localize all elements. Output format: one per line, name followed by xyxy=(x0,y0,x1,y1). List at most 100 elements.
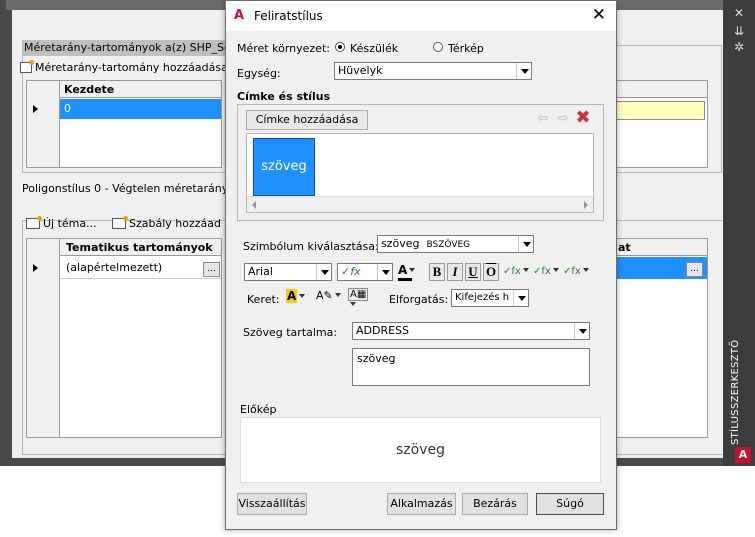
scale-grid-highlight-cell[interactable] xyxy=(616,101,705,120)
font-select-value: Arial xyxy=(248,265,273,278)
close-palette-icon[interactable]: ✕ xyxy=(723,6,755,20)
chevron-down-icon xyxy=(299,294,306,298)
expression-button-2[interactable]: ✓fx xyxy=(533,263,559,281)
dialog-title: Feliratstílus xyxy=(254,9,323,23)
italic-button[interactable]: I xyxy=(447,263,463,281)
scroll-right-icon[interactable] xyxy=(584,201,588,209)
content-select[interactable]: ADDRESS xyxy=(352,322,590,340)
add-scale-icon xyxy=(20,60,34,73)
device-radio-label[interactable]: Készülék xyxy=(350,42,398,55)
font-size-select[interactable]: ✓fx xyxy=(337,263,393,281)
symbol-select-text: szöveg xyxy=(381,237,420,250)
border-label: Keret: xyxy=(247,293,280,306)
symbol-select-caps: BSZÖVEG xyxy=(426,240,471,250)
chevron-down-icon xyxy=(316,264,331,280)
current-row-arrow-icon xyxy=(33,264,38,272)
chevron-down-icon xyxy=(582,268,589,272)
chevron-down-icon xyxy=(409,268,416,272)
add-scale-range-label: Méretarány-tartomány hozzáadása xyxy=(35,61,228,74)
unit-select[interactable]: Hüvelyk xyxy=(334,62,532,80)
style-editor-side-label: STÍLUSSZERKESZTŐ xyxy=(730,339,741,445)
border-color-icon: A xyxy=(286,289,298,303)
border-fill-icon: A▦ xyxy=(348,288,369,301)
theme-grid[interactable]: Tematikus tartományok (alapértelmezett) … xyxy=(26,238,222,438)
add-rule-icon xyxy=(112,216,128,229)
bold-button[interactable]: B xyxy=(429,263,445,281)
chevron-down-icon xyxy=(513,290,528,306)
text-color-button[interactable]: A xyxy=(398,263,424,281)
grid1-header-start[interactable]: Kezdete xyxy=(60,81,221,98)
chevron-down-icon xyxy=(518,236,533,252)
device-radio[interactable] xyxy=(335,42,345,52)
expression-icon: ✓fx xyxy=(563,266,581,277)
border-style-icon: A✎ xyxy=(316,289,333,302)
preview-area: szöveg xyxy=(240,417,601,483)
expression-button-3[interactable]: ✓fx xyxy=(563,263,589,281)
grid1-selected-row[interactable]: 0 xyxy=(60,99,221,119)
new-theme-label: Új téma... xyxy=(43,217,97,230)
symbol-label: Szimbólum kiválasztása: xyxy=(243,240,379,253)
close-button[interactable]: Bezárás xyxy=(462,493,528,515)
pin-palette-icon[interactable]: ⇊ xyxy=(723,24,755,38)
labels-scrollbar[interactable] xyxy=(247,196,593,212)
preview-text: szöveg xyxy=(396,442,445,458)
content-select-value: ADDRESS xyxy=(356,324,410,337)
scale-ranges-title: Méretarány-tartományok a(z) SHP_Sc xyxy=(22,40,232,56)
chevron-down-icon xyxy=(574,323,589,339)
grid2-header-theme[interactable]: Tematikus tartományok xyxy=(60,239,221,256)
border-fill-button[interactable]: A▦ xyxy=(348,288,376,307)
overline-button[interactable]: O xyxy=(483,263,499,281)
scale-grid-right-part xyxy=(616,80,708,168)
app-logo-icon: A xyxy=(234,8,245,23)
rotation-select[interactable]: Kifejezés h xyxy=(451,289,529,307)
current-row-arrow-icon xyxy=(33,105,38,113)
map-radio[interactable] xyxy=(433,42,443,52)
chevron-down-icon xyxy=(334,293,341,297)
add-scale-range-button[interactable]: Méretarány-tartomány hozzáadása xyxy=(20,60,228,76)
add-label-button[interactable]: Címke hozzáadása xyxy=(246,110,368,130)
border-color-button[interactable]: A xyxy=(286,289,312,307)
help-button[interactable]: Súgó xyxy=(536,493,604,515)
grid2-row-default[interactable]: (alapértelmezett) xyxy=(60,257,221,279)
rotation-label: Elforgatás: xyxy=(389,293,449,306)
chevron-down-icon xyxy=(377,264,392,280)
expression-button-1[interactable]: ✓fx xyxy=(503,263,529,281)
font-select[interactable]: Arial xyxy=(244,263,332,281)
grid2-right-header: at xyxy=(616,239,707,256)
text-content-input[interactable]: szöveg xyxy=(352,348,590,386)
row-header-column xyxy=(27,81,60,167)
unit-select-value: Hüvelyk xyxy=(338,64,383,77)
underline-button[interactable]: U xyxy=(465,263,481,281)
size-context-label: Méret környezet: xyxy=(237,42,330,55)
app-logo-icon: A xyxy=(735,447,751,463)
new-theme-icon xyxy=(26,216,42,229)
labels-group: Címke hozzáadása ⇦ ⇨ ✖ szöveg xyxy=(237,104,604,221)
move-right-icon[interactable]: ⇨ xyxy=(554,111,572,127)
scroll-left-icon[interactable] xyxy=(252,201,256,209)
properties-palette-icon[interactable]: ✲ xyxy=(723,40,755,54)
content-label: Szöveg tartalma: xyxy=(243,326,338,339)
expression-icon: ✓fx xyxy=(341,265,361,278)
border-style-button[interactable]: A✎ xyxy=(316,289,344,307)
close-icon[interactable]: ✕ xyxy=(592,5,606,25)
delete-label-icon[interactable]: ✖ xyxy=(574,109,592,128)
add-rule-button[interactable]: Szabály hozzáad xyxy=(112,216,221,232)
labels-list[interactable]: szöveg xyxy=(246,133,594,213)
map-radio-label[interactable]: Térkép xyxy=(448,42,484,55)
label-style-dialog: A Feliratstílus ✕ Méret környezet: Készü… xyxy=(225,0,617,530)
chevron-down-icon xyxy=(552,268,559,272)
scale-range-grid[interactable]: Kezdete 0 xyxy=(26,80,222,168)
chevron-down-icon xyxy=(516,63,531,79)
unit-label: Egység: xyxy=(237,67,281,80)
grid2-ellipsis-button[interactable]: ... xyxy=(203,262,220,277)
labels-group-title: Címke és stílus xyxy=(237,90,331,103)
add-rule-label: Szabály hozzáad xyxy=(129,217,221,230)
symbol-select[interactable]: szöveg BSZÖVEG xyxy=(377,235,534,253)
new-theme-button[interactable]: Új téma... xyxy=(26,216,97,232)
grid2-right-ellipsis-button[interactable]: ... xyxy=(686,262,703,277)
chevron-down-icon xyxy=(350,302,356,306)
reset-button[interactable]: Visszaállítás xyxy=(237,493,307,515)
apply-button[interactable]: Alkalmazás xyxy=(387,493,456,515)
label-sample[interactable]: szöveg xyxy=(253,138,315,196)
move-left-icon[interactable]: ⇦ xyxy=(534,111,552,127)
